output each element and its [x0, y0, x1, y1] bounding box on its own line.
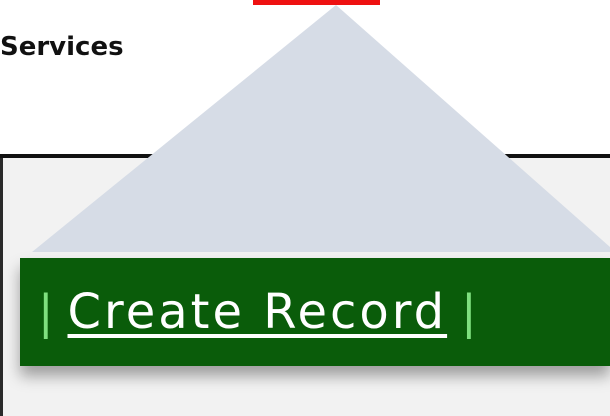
zoomed-screenshot: Services | Create Record | — [0, 0, 610, 416]
nav-separator: | — [461, 285, 477, 339]
nav-separator: | — [38, 285, 54, 339]
nav-bar-magnified: | Create Record | — [20, 258, 610, 366]
nav-links: | Create Record | — [38, 280, 491, 344]
content-left-border — [0, 158, 3, 416]
create-record-link[interactable]: Create Record — [68, 288, 448, 336]
page-heading: Services — [0, 32, 124, 62]
highlight-marker — [253, 0, 380, 5]
